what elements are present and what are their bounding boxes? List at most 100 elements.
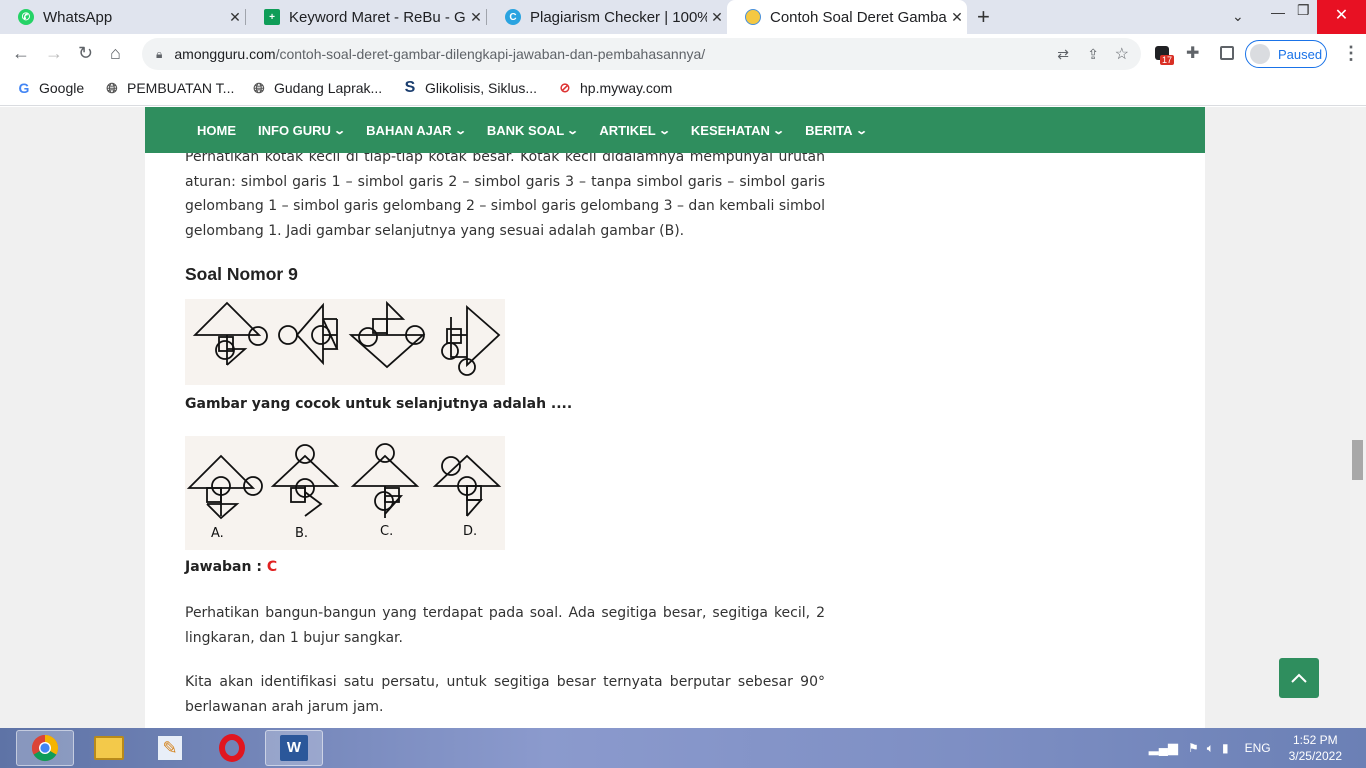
nav-label: BAHAN AJAR [366,122,452,138]
browser-toolbar: ← → ↻ ⌂ 🔒︎ amongguru.com/contoh-soal-der… [0,34,1366,74]
chevron-down-icon: ⌄ [772,124,785,137]
tab-contoh-soal[interactable]: Contoh Soal Deret Gamba ✕ [727,0,967,34]
file-explorer-icon [94,736,124,760]
close-window-button[interactable]: ✕ [1317,0,1366,34]
home-icon[interactable]: ⌂ [110,43,121,64]
url-domain: amongguru.com [174,46,276,62]
language-indicator[interactable]: ENG [1245,741,1271,755]
share-icon[interactable]: ⇪ [1087,46,1099,63]
tab-title: Contoh Soal Deret Gamba [770,8,947,26]
nav-label: BERITA [805,122,853,138]
chevron-up-icon [1291,673,1307,683]
nav-label: KESEHATAN [690,122,770,138]
answer-options-figure: A. B. C. D. [185,436,505,550]
myway-icon: ⊘ [559,80,571,95]
translate-icon[interactable]: ⇄ [1057,46,1069,63]
close-tab-icon[interactable]: ✕ [225,9,245,26]
nav-kesehatan[interactable]: KESEHATAN ⌄ [690,122,785,138]
browser-tab-strip: ✆ WhatsApp ✕ + Keyword Maret - ReBu - Go… [0,0,1366,34]
question-heading: Soal Nomor 9 [185,264,298,284]
lock-icon: 🔒︎ [156,46,163,61]
bookmark-glikolisis[interactable]: S Glikolisis, Siklus... [402,79,538,96]
battery-icon[interactable]: ▮ [1222,741,1229,755]
tab-keyword-maret[interactable]: + Keyword Maret - ReBu - Go ✕ [246,0,486,34]
volume-icon[interactable]: 🔈︎ [1207,741,1214,756]
address-bar[interactable]: 🔒︎ amongguru.com/contoh-soal-deret-gamba… [142,38,1141,70]
avatar [1250,44,1270,64]
signal-icon[interactable]: ▂▄▆ [1149,740,1178,756]
tab-title: Plagiarism Checker | 100% [530,8,707,26]
reload-icon[interactable]: ↻ [78,43,93,64]
nav-bahan-ajar[interactable]: BAHAN AJAR ⌄ [366,122,467,138]
bookmark-myway[interactable]: ⊘ hp.myway.com [557,80,673,96]
system-tray: ▂▄▆ ⚑ 🔈︎ ▮ ENG 1:52 PM 3/25/2022 [1149,728,1366,768]
taskbar-chrome[interactable] [16,730,74,766]
plagiarism-c-icon: C [505,9,521,25]
explanation-paragraph-1: Perhatikan bangun-bangun yang terdapat p… [185,605,825,646]
scroll-to-top-button[interactable] [1279,658,1319,698]
question-text: Gambar yang cocok untuk selanjutnya adal… [185,396,573,412]
chevron-down-icon: ⌄ [333,124,347,137]
pen-app-icon: ✎ [157,735,183,761]
clock-time: 1:52 PM [1292,733,1338,747]
chevron-down-icon: ⌄ [657,124,671,137]
page-viewport: HOME INFO GURU ⌄ BAHAN AJAR ⌄ BANK SOAL ⌄ A… [0,107,1350,728]
puzzle-extensions-icon[interactable]: ✚ [1186,43,1199,63]
nav-info-guru[interactable]: INFO GURU ⌄ [258,123,347,138]
option-b-label: B. [295,526,309,541]
bookmark-label: Google [39,80,85,96]
new-tab-button[interactable]: + [977,4,990,30]
taskbar-opera[interactable] [203,730,261,766]
chevron-down-icon: ⌄ [854,124,868,137]
site-nav: HOME INFO GURU ⌄ BAHAN AJAR ⌄ BANK SOAL ⌄ A… [145,107,1205,153]
tab-search-chevron-icon[interactable]: ⌄ [1232,8,1244,25]
tab-title: Keyword Maret - ReBu - Go [289,8,466,26]
chevron-down-icon: ⌄ [566,124,580,137]
bookmark-s-icon: S [404,79,416,96]
bookmark-star-icon[interactable]: ☆ [1115,44,1129,64]
profile-button[interactable]: Paused [1245,40,1327,68]
close-tab-icon[interactable]: ✕ [466,9,486,26]
restore-button[interactable]: ❐ [1297,2,1310,19]
clock[interactable]: 1:52 PM 3/25/2022 [1289,732,1342,764]
bookmark-label: Glikolisis, Siklus... [425,80,538,96]
explanation-paragraph-2: Kita akan identifikasi satu persatu, unt… [185,674,825,715]
option-a-label: A. [211,526,224,541]
page-scrollbar[interactable] [1350,107,1366,728]
taskbar-word[interactable]: W [265,730,323,766]
article-content: Perhatikan kotak kecil di tiap-tiap kota… [185,107,825,728]
nav-label: HOME [197,122,236,138]
close-tab-icon[interactable]: ✕ [707,9,727,26]
taskbar-pen-app[interactable]: ✎ [141,730,199,766]
site-favicon [745,9,761,25]
bookmarks-bar: G Google 🌐︎ PEMBUATAN T... 🌐︎ Gudang Lap… [0,74,1366,106]
option-c-label: C. [380,524,394,539]
nav-bank-soal[interactable]: BANK SOAL ⌄ [487,123,580,138]
tab-whatsapp[interactable]: ✆ WhatsApp ✕ [0,0,245,34]
globe-icon: 🌐︎ [106,79,118,96]
back-icon[interactable]: ← [12,43,30,64]
question-figure [185,299,505,385]
bookmark-gudang-laprak[interactable]: 🌐︎ Gudang Laprak... [251,79,382,97]
nav-berita[interactable]: BERITA ⌄ [805,122,868,138]
flag-icon[interactable]: ⚑ [1188,741,1199,755]
url-path: /contoh-soal-deret-gambar-dilengkapi-jaw… [275,46,706,62]
nav-home[interactable]: HOME [197,123,236,138]
bookmark-pembuatan[interactable]: 🌐︎ PEMBUATAN T... [104,79,234,97]
close-tab-icon[interactable]: ✕ [947,9,967,26]
taskbar-file-explorer[interactable] [80,730,138,766]
answer-label: Jawaban : [185,559,267,575]
whatsapp-icon: ✆ [18,9,34,25]
google-icon: G [18,80,30,96]
nav-artikel[interactable]: ARTIKEL ⌄ [599,123,671,138]
globe-icon: 🌐︎ [253,79,265,96]
sheets-icon: + [264,9,280,25]
forward-icon[interactable]: → [45,43,63,64]
side-panel-icon[interactable] [1220,46,1234,60]
bookmark-google[interactable]: G Google [16,80,85,96]
menu-kebab-icon[interactable]: ⋮ [1342,43,1360,64]
minimize-button[interactable]: — [1271,4,1285,20]
scrollbar-thumb[interactable] [1352,440,1363,480]
tab-plagiarism-checker[interactable]: C Plagiarism Checker | 100% ✕ [487,0,727,34]
chevron-down-icon: ⌄ [453,124,467,137]
